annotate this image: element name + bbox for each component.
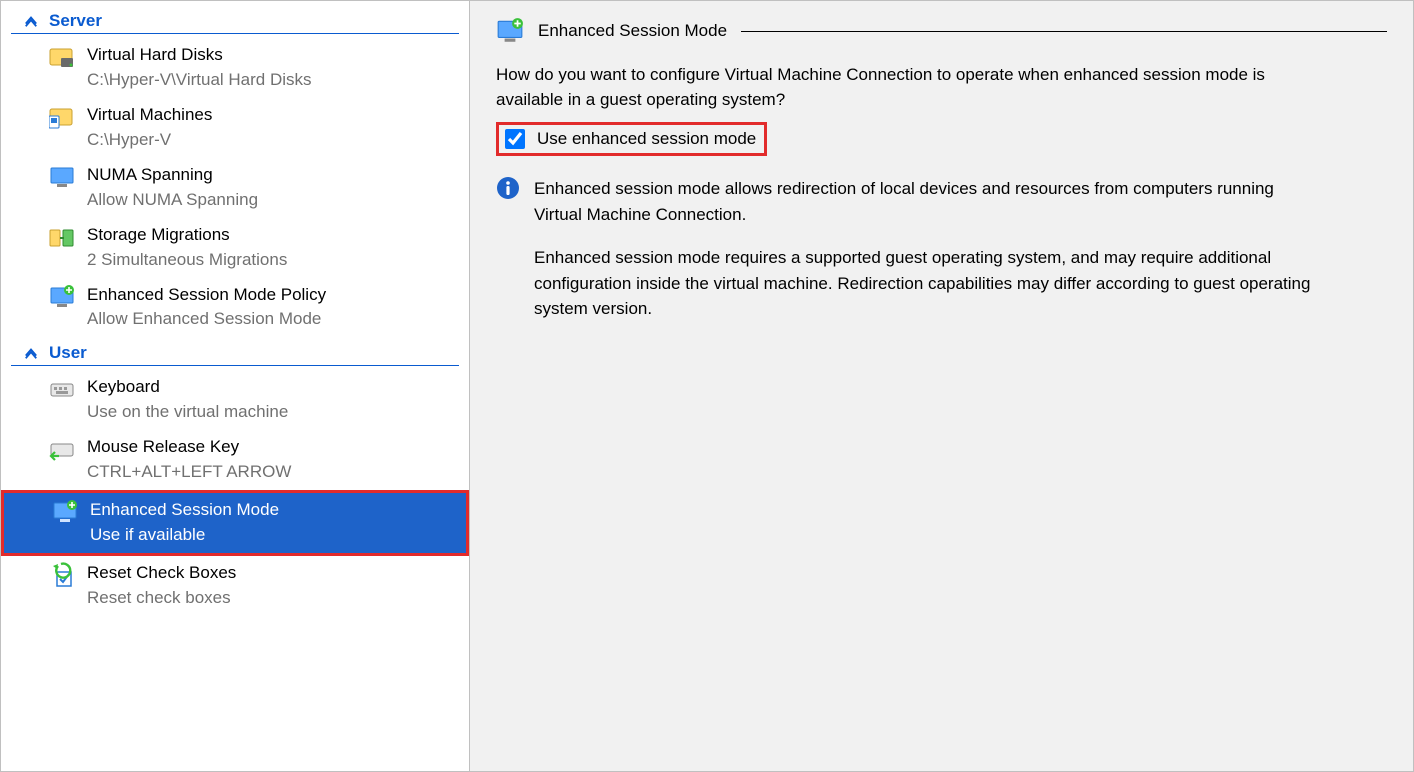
section-title: Server: [49, 11, 102, 31]
chevron-up-icon: [23, 13, 39, 29]
nav-item-label: Keyboard: [87, 376, 288, 399]
content-description: How do you want to configure Virtual Mac…: [496, 63, 1326, 112]
content-header: Enhanced Session Mode: [496, 17, 1387, 45]
folder-vm-icon: [49, 104, 75, 130]
nav-item-sub: C:\Hyper-V: [87, 129, 212, 152]
divider-line: [741, 31, 1387, 32]
nav-item-mouse-release-key[interactable]: Mouse Release Key CTRL+ALT+LEFT ARROW: [1, 430, 469, 490]
nav-item-sub: Allow Enhanced Session Mode: [87, 308, 326, 331]
settings-content-panel: Enhanced Session Mode How do you want to…: [470, 0, 1414, 772]
reset-checkbox-icon: [49, 562, 75, 588]
monitor-icon: [49, 164, 75, 190]
nav-item-sub: CTRL+ALT+LEFT ARROW: [87, 461, 291, 484]
keyboard-arrow-icon: [49, 436, 75, 462]
nav-item-label: Enhanced Session Mode: [90, 499, 279, 522]
info-block: Enhanced session mode allows redirection…: [496, 176, 1387, 340]
chevron-up-icon: [23, 345, 39, 361]
nav-item-label: NUMA Spanning: [87, 164, 258, 187]
nav-item-label: Mouse Release Key: [87, 436, 291, 459]
folder-disk-icon: [49, 44, 75, 70]
nav-item-enhanced-session-mode-policy[interactable]: Enhanced Session Mode Policy Allow Enhan…: [1, 278, 469, 338]
nav-item-label: Virtual Hard Disks: [87, 44, 312, 67]
info-icon: [496, 176, 520, 200]
storage-migration-icon: [49, 224, 75, 250]
monitor-plus-icon: [49, 284, 75, 310]
content-title: Enhanced Session Mode: [538, 21, 727, 41]
nav-item-enhanced-session-mode[interactable]: Enhanced Session Mode Use if available: [1, 490, 469, 556]
nav-item-label: Enhanced Session Mode Policy: [87, 284, 326, 307]
nav-item-sub: C:\Hyper-V\Virtual Hard Disks: [87, 69, 312, 92]
info-paragraph-2: Enhanced session mode requires a support…: [534, 245, 1324, 322]
nav-item-label: Virtual Machines: [87, 104, 212, 127]
nav-item-sub: Allow NUMA Spanning: [87, 189, 258, 212]
nav-item-label: Storage Migrations: [87, 224, 287, 247]
monitor-plus-icon: [52, 499, 78, 525]
use-enhanced-session-mode-checkbox[interactable]: [505, 129, 525, 149]
monitor-plus-icon: [496, 17, 524, 45]
nav-item-sub: Reset check boxes: [87, 587, 236, 610]
nav-item-numa-spanning[interactable]: NUMA Spanning Allow NUMA Spanning: [1, 158, 469, 218]
nav-item-virtual-machines[interactable]: Virtual Machines C:\Hyper-V: [1, 98, 469, 158]
nav-item-virtual-hard-disks[interactable]: Virtual Hard Disks C:\Hyper-V\Virtual Ha…: [1, 38, 469, 98]
use-enhanced-session-mode-checkbox-row[interactable]: Use enhanced session mode: [496, 122, 767, 156]
checkbox-label: Use enhanced session mode: [537, 129, 756, 149]
info-paragraph-1: Enhanced session mode allows redirection…: [534, 176, 1324, 227]
keyboard-icon: [49, 376, 75, 402]
section-header-server[interactable]: Server: [11, 7, 459, 34]
nav-item-sub: Use if available: [90, 524, 279, 547]
nav-item-storage-migrations[interactable]: Storage Migrations 2 Simultaneous Migrat…: [1, 218, 469, 278]
nav-item-sub: 2 Simultaneous Migrations: [87, 249, 287, 272]
nav-item-sub: Use on the virtual machine: [87, 401, 288, 424]
section-header-user[interactable]: User: [11, 339, 459, 366]
section-title: User: [49, 343, 87, 363]
nav-item-label: Reset Check Boxes: [87, 562, 236, 585]
nav-item-reset-checkboxes[interactable]: Reset Check Boxes Reset check boxes: [1, 556, 469, 616]
settings-nav-panel: Server Virtual Hard Disks C:\Hyper-V\Vir…: [0, 0, 470, 772]
nav-item-keyboard[interactable]: Keyboard Use on the virtual machine: [1, 370, 469, 430]
